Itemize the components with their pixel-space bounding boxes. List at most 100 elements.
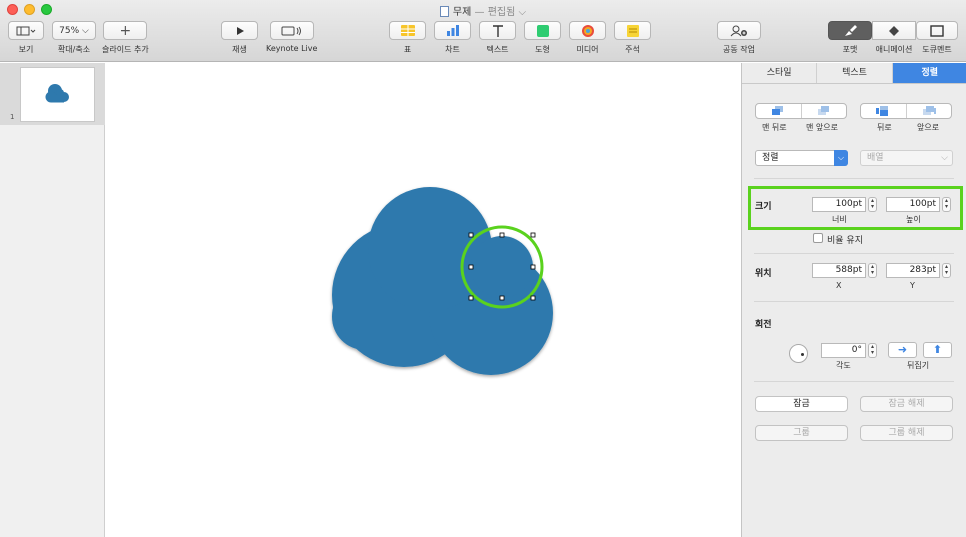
bring-forward-button[interactable] (907, 104, 952, 118)
group-button[interactable]: 그룹 (755, 425, 848, 441)
resize-handle-top-left[interactable] (468, 232, 474, 238)
plus-icon: + (119, 22, 132, 39)
height-stepper[interactable]: ▴ ▾ (942, 197, 951, 212)
flip-vertical-button[interactable]: ⬆ (923, 342, 952, 358)
chart-control: 차트 (434, 21, 471, 55)
constrain-proportions-checkbox[interactable] (813, 233, 823, 243)
divider (754, 301, 954, 302)
cloud-top-circle[interactable] (368, 187, 492, 311)
play-icon (236, 26, 244, 35)
add-slide-button[interactable]: + (103, 21, 148, 40)
text-icon (492, 24, 503, 37)
resize-handle-top-right[interactable] (530, 232, 536, 238)
tab-text[interactable]: 텍스트 (817, 63, 893, 83)
shape-icon (536, 24, 549, 37)
flip-horizontal-button[interactable]: ➜ (888, 342, 917, 358)
layer-step-segment (860, 103, 952, 119)
divider (754, 381, 954, 382)
width-label: 너비 (832, 215, 847, 224)
animate-button[interactable] (872, 21, 916, 40)
media-button[interactable] (569, 21, 606, 40)
slide-number: 1 (10, 113, 15, 121)
keynote-live-control: Keynote Live (266, 21, 317, 53)
x-label: X (836, 281, 842, 290)
rotate-title: 회전 (755, 320, 772, 330)
resize-handle-left[interactable] (468, 264, 474, 270)
keynote-live-icon (281, 26, 301, 35)
animate-control: 애니메이션 (872, 21, 916, 55)
bring-to-front-icon (817, 106, 829, 115)
slide-navigator: 1 (0, 63, 105, 537)
x-position-field[interactable]: 588pt (812, 263, 866, 278)
view-button[interactable] (8, 21, 44, 40)
resize-handle-top[interactable] (499, 232, 505, 238)
keynote-document-icon (439, 6, 449, 17)
shape-button[interactable] (524, 21, 561, 40)
constrain-proportions-label: 비율 유지 (827, 236, 863, 246)
width-field[interactable]: 100pt (812, 197, 866, 212)
toolbar: 무제 — 편집됨 ⌵ 보기 75% ⌵ 확대/축소 + 슬라이드 추가 재생 K… (0, 0, 966, 62)
shape-control: 도형 (524, 21, 561, 55)
animate-diamond-icon (889, 25, 899, 36)
send-to-back-icon (772, 106, 784, 115)
height-field[interactable]: 100pt (886, 197, 940, 212)
edited-status[interactable]: 편집됨 ⌵ (488, 7, 526, 18)
cloud-shape-group[interactable] (332, 187, 553, 375)
keynote-live-button[interactable] (269, 21, 314, 40)
align-select[interactable]: 정렬 ⌵ (755, 150, 848, 166)
slide-thumbnail-row[interactable]: 1 (0, 63, 105, 125)
x-position-stepper[interactable]: ▴ ▾ (868, 263, 877, 278)
format-button[interactable] (828, 21, 872, 40)
cloud-thumbnail-icon (45, 84, 69, 103)
text-button[interactable] (479, 21, 516, 40)
arrow-up-icon: ⬆ (932, 343, 943, 356)
unlock-button[interactable]: 잠금 해제 (860, 396, 953, 412)
chart-button[interactable] (434, 21, 471, 40)
y-position-field[interactable]: 283pt (886, 263, 940, 278)
table-button[interactable] (389, 21, 426, 40)
ungroup-button[interactable]: 그룹 해제 (860, 425, 953, 441)
comment-button[interactable] (614, 21, 651, 40)
window-title: 무제 — 편집됨 ⌵ (0, 3, 966, 18)
comment-control: 주석 (614, 21, 651, 55)
width-stepper[interactable]: ▴ ▾ (868, 197, 877, 212)
divider (754, 253, 954, 254)
view-control: 보기 (8, 21, 44, 55)
zoom-control: 75% ⌵ 확대/축소 (52, 21, 96, 55)
bring-to-front-button[interactable] (802, 104, 847, 118)
slide-thumbnail[interactable] (20, 67, 95, 122)
send-backward-label: 뒤로 (877, 123, 892, 132)
lock-button[interactable]: 잠금 (755, 396, 848, 412)
arrow-right-icon: ➜ (897, 343, 908, 356)
angle-field[interactable]: 0° (821, 343, 866, 358)
play-button[interactable] (221, 21, 258, 40)
resize-handle-bottom-left[interactable] (468, 295, 474, 301)
play-control: 재생 (221, 21, 258, 55)
format-inspector: 스타일 텍스트 정렬 맨 뒤로 맨 앞으로 뒤로 앞으로 정렬 ⌵ 배열 ⌵ 크… (741, 63, 966, 537)
send-backward-button[interactable] (861, 104, 907, 118)
collaborate-button[interactable] (717, 21, 761, 40)
position-title: 위치 (755, 269, 772, 279)
y-position-stepper[interactable]: ▴ ▾ (942, 263, 951, 278)
resize-handle-right[interactable] (530, 264, 536, 270)
document-button[interactable] (916, 21, 958, 40)
sidebar-view-icon (16, 26, 36, 35)
layer-order-segment (755, 103, 847, 119)
tab-style[interactable]: 스타일 (742, 63, 818, 83)
slide-canvas[interactable] (106, 63, 741, 537)
collaborate-control: 공동 작업 (717, 21, 761, 55)
resize-handle-bottom[interactable] (499, 295, 505, 301)
tab-arrange[interactable]: 정렬 (892, 63, 966, 83)
zoom-select[interactable]: 75% ⌵ (52, 21, 96, 40)
rotation-wheel[interactable] (789, 344, 808, 363)
media-icon (581, 24, 594, 37)
flip-label: 뒤집기 (907, 361, 930, 370)
selected-small-circle[interactable] (471, 236, 533, 298)
send-to-back-button[interactable] (756, 104, 802, 118)
add-slide-control: + 슬라이드 추가 (102, 21, 149, 54)
angle-stepper[interactable]: ▴ ▾ (868, 343, 877, 358)
send-backward-icon (876, 106, 889, 116)
resize-handle-bottom-right[interactable] (530, 295, 536, 301)
format-control: 포맷 (828, 21, 872, 55)
distribute-select[interactable]: 배열 ⌵ (860, 150, 953, 166)
